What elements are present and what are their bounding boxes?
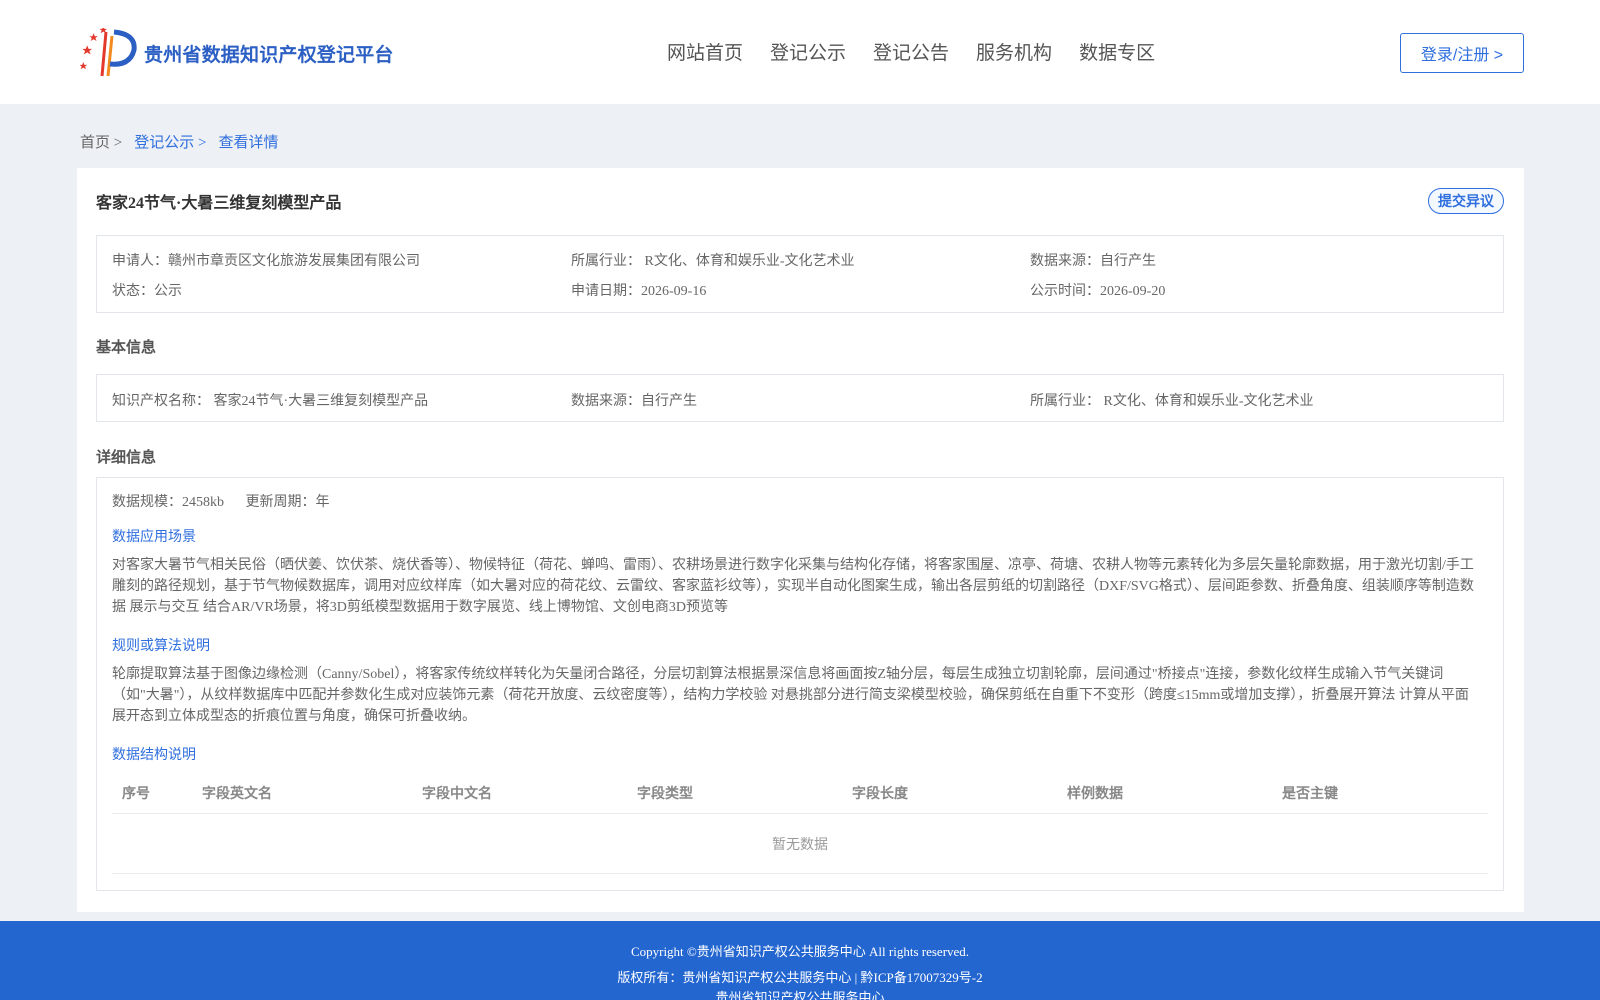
structure-table: 序号 字段英文名 字段中文名 字段类型 字段长度 样例数据 是否主键 暂无数据 [112,770,1488,874]
algorithm-text: 轮廓提取算法基于图像边缘检测（Canny/Sobel），将客家传统纹样转化为矢量… [112,667,1469,724]
col-field-length: 字段长度 [852,787,908,802]
nav-home[interactable]: 网站首页 [667,38,743,65]
basic-industry: 所属行业： R文化、体育和娱乐业-文化艺术业 [1030,394,1314,409]
col-english-name: 字段英文名 [202,787,272,802]
detail-panel: 客家24节气·大暑三维复刻模型产品 提交异议 申请人：赣州市章贡区文化旅游发展集… [77,168,1524,912]
structure-heading: 数据结构说明 [112,748,196,763]
table-header: 序号 字段英文名 字段中文名 字段类型 字段长度 样例数据 是否主键 [112,770,1488,814]
site-header: 贵州省数据知识产权登记平台 网站首页 登记公示 登记公告 服务机构 数据专区 登… [0,0,1600,104]
breadcrumb-detail: 查看详情 [218,135,279,151]
breadcrumb-publicity[interactable]: 登记公示 > [134,131,206,152]
industry: 所属行业： R文化、体育和娱乐业-文化艺术业 [571,254,855,269]
site-footer: Copyright ©贵州省知识产权公共服务中心 All rights rese… [0,921,1600,1000]
data-scale: 数据规模：2458kb [112,495,224,510]
nav-data-zone[interactable]: 数据专区 [1079,38,1155,65]
col-chinese-name: 字段中文名 [422,787,492,802]
basic-info-heading: 基本信息 [96,340,157,356]
publish-date: 公示时间：2026-09-20 [1030,284,1166,299]
table-empty-state: 暂无数据 [112,814,1488,874]
nav-registration-announcement[interactable]: 登记公告 [873,38,949,65]
scenario-text: 对客家大暑节气相关民俗（晒伏姜、饮伏茶、烧伏香等）、物候特征（荷花、蝉鸣、雷雨）… [112,558,1474,615]
summary-box: 申请人：赣州市章贡区文化旅游发展集团有限公司 所属行业： R文化、体育和娱乐业-… [96,235,1504,313]
login-register-button[interactable]: 登录/注册 > [1400,33,1524,73]
basic-data-source: 数据来源：自行产生 [571,394,697,409]
page-title: 客家24节气·大暑三维复刻模型产品 [96,195,342,212]
detail-info-heading: 详细信息 [96,450,157,466]
logo-icon [80,28,137,77]
breadcrumb-home[interactable]: 首页 > [80,131,122,152]
main-nav: 网站首页 登记公示 登记公告 服务机构 数据专区 [667,38,1182,65]
submit-objection-button[interactable]: 提交异议 [1428,188,1504,214]
nav-registration-publicity[interactable]: 登记公示 [770,38,846,65]
apply-date: 申请日期：2026-09-16 [571,284,707,299]
site-logo[interactable]: 贵州省数据知识产权登记平台 [80,28,394,78]
nav-service-agencies[interactable]: 服务机构 [976,38,1052,65]
site-name: 贵州省数据知识产权登记平台 [144,44,394,66]
status: 状态：公示 [112,284,182,299]
detail-meta: 数据规模：2458kb 更新周期：年 [112,491,348,511]
ip-name: 知识产权名称： 客家24节气·大暑三维复刻模型产品 [112,394,429,409]
col-index: 序号 [122,787,150,802]
breadcrumb: 首页 > 登记公示 > 查看详情 [80,131,290,152]
footer-icp[interactable]: 版权所有：贵州省知识产权公共服务中心 | 黔ICP备17007329号-2 [0,967,1600,986]
col-sample-data: 样例数据 [1067,787,1123,802]
detail-info-box: 数据规模：2458kb 更新周期：年 数据应用场景 对客家大暑节气相关民俗（晒伏… [96,477,1504,891]
update-cycle: 更新周期：年 [245,495,330,510]
basic-info-box: 知识产权名称： 客家24节气·大暑三维复刻模型产品 数据来源：自行产生 所属行业… [96,374,1504,422]
footer-org: 贵州省知识产权公共服务中心 [715,990,885,1000]
applicant: 申请人：赣州市章贡区文化旅游发展集团有限公司 [112,254,420,269]
data-source: 数据来源：自行产生 [1030,254,1156,269]
scenario-heading: 数据应用场景 [112,530,196,545]
col-field-type: 字段类型 [637,787,693,802]
col-primary-key: 是否主键 [1282,787,1338,802]
footer-copyright: Copyright ©贵州省知识产权公共服务中心 All rights rese… [630,944,970,959]
algorithm-heading: 规则或算法说明 [112,639,210,654]
